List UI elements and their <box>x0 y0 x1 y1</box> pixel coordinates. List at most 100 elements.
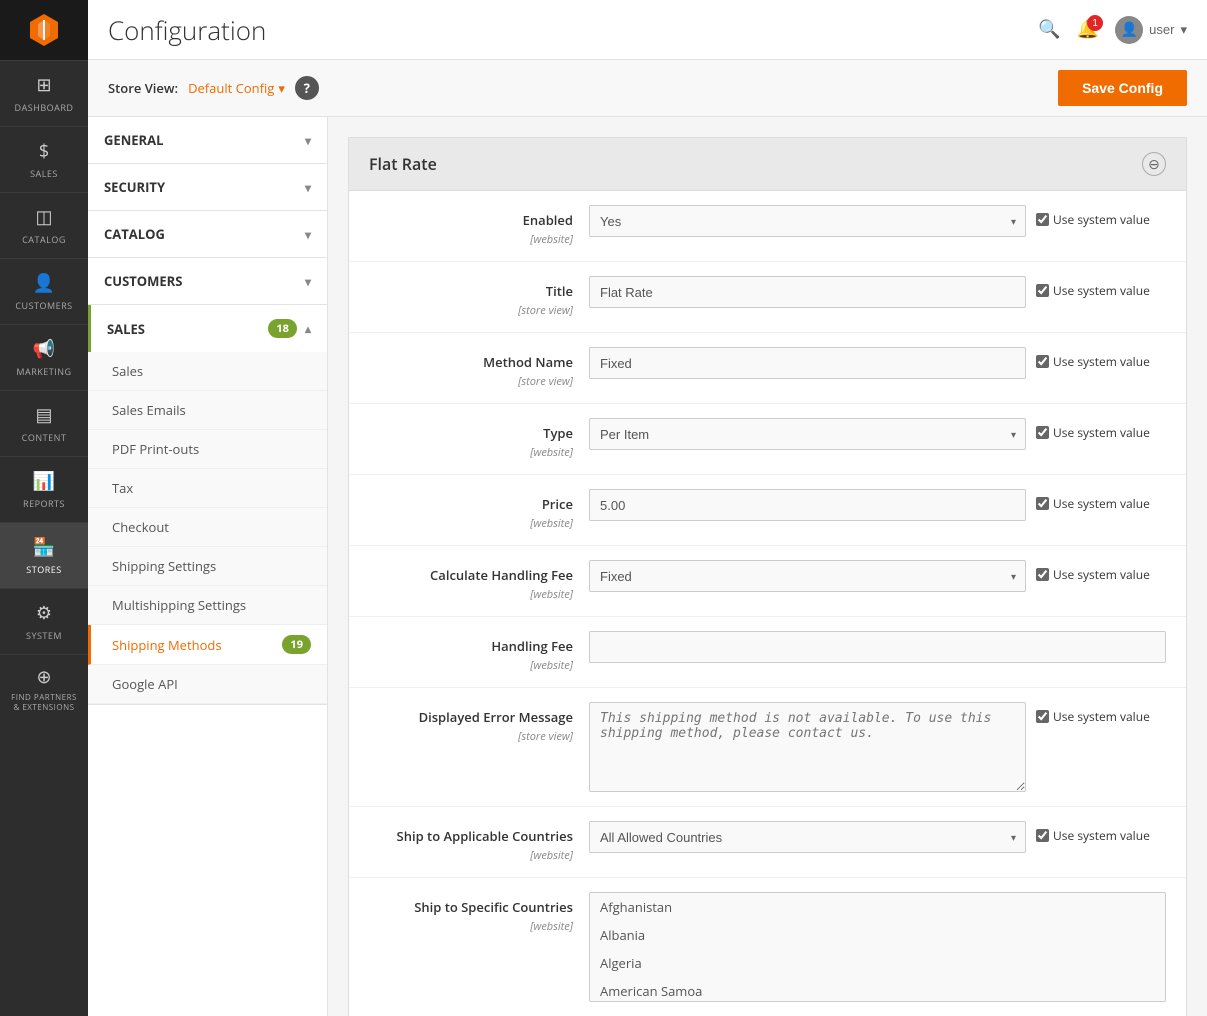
field-row-price: Price [website] Use system value <box>349 475 1186 546</box>
sidebar-item-customers[interactable]: 👤 CUSTOMERS <box>0 258 88 324</box>
field-row-type: Type [website] Per Item Per Order ▾ <box>349 404 1186 475</box>
applicable-countries-system-value: Use system value <box>1036 821 1166 844</box>
price-system-checkbox[interactable] <box>1036 497 1049 510</box>
notification-button[interactable]: 🔔 1 <box>1077 19 1099 40</box>
list-item[interactable]: Albania <box>590 921 1165 949</box>
price-input[interactable] <box>589 489 1026 521</box>
type-label: Type <box>369 424 573 442</box>
menu-sub-item-shipping-methods[interactable]: Shipping Methods 19 <box>88 625 327 665</box>
store-view-select[interactable]: Default Config ▾ <box>188 79 285 97</box>
error-message-textarea[interactable] <box>589 702 1026 792</box>
main-panel: Flat Rate ⊖ Enabled [website] <box>328 117 1207 1016</box>
applicable-countries-select[interactable]: All Allowed Countries Specific Countries <box>589 821 1026 853</box>
sidebar-item-marketing[interactable]: 📢 MARKETING <box>0 324 88 390</box>
specific-countries-list[interactable]: Afghanistan Albania Algeria American Sam… <box>589 892 1166 1002</box>
sidebar-item-dashboard[interactable]: ⊞ DASHBOARD <box>0 60 88 126</box>
title-system-checkbox[interactable] <box>1036 284 1049 297</box>
menu-sub-item-multishipping-settings[interactable]: Multishipping Settings <box>88 586 327 625</box>
menu-section-customers-header[interactable]: CUSTOMERS ▾ <box>88 258 327 304</box>
sidebar-item-label: SALES <box>30 167 58 180</box>
handling-fee-scope: [website] <box>530 658 573 673</box>
left-menu: GENERAL ▾ SECURITY ▾ CATALOG ▾ <box>88 117 328 1016</box>
enabled-label: Enabled <box>369 211 573 229</box>
sidebar-item-label: FIND PARTNERS& EXTENSIONS <box>11 693 77 712</box>
field-label-col: Price [website] <box>369 489 589 531</box>
stores-icon: 🏪 <box>33 535 55 559</box>
menu-sub-item-sales[interactable]: Sales <box>88 352 327 391</box>
title-label: Title <box>369 282 573 300</box>
collapse-button[interactable]: ⊖ <box>1142 152 1166 176</box>
sidebar-item-sales[interactable]: $ SALES <box>0 126 88 192</box>
list-item[interactable]: American Samoa <box>590 977 1165 1002</box>
save-config-button[interactable]: Save Config <box>1058 70 1187 106</box>
handling-fee-input[interactable] <box>589 631 1166 663</box>
store-view-label: Store View: <box>108 79 178 97</box>
menu-sub-item-sales-emails[interactable]: Sales Emails <box>88 391 327 430</box>
menu-sub-item-shipping-settings[interactable]: Shipping Settings <box>88 547 327 586</box>
menu-section-security-header[interactable]: SECURITY ▾ <box>88 164 327 210</box>
specific-countries-label: Ship to Specific Countries <box>369 898 573 916</box>
error-message-scope: [store view] <box>518 729 573 744</box>
sidebar-item-label: SYSTEM <box>26 629 62 642</box>
field-label-col: Method Name [store view] <box>369 347 589 389</box>
price-scope: [website] <box>530 516 573 531</box>
menu-section-catalog-header[interactable]: CATALOG ▾ <box>88 211 327 257</box>
title-system-value: Use system value <box>1036 276 1166 299</box>
main-area: Configuration 🔍 🔔 1 👤 user ▾ Store View:… <box>88 0 1207 1016</box>
calc-handling-fee-select[interactable]: Fixed Percent <box>589 560 1026 592</box>
marketing-icon: 📢 <box>33 337 55 361</box>
sidebar-item-reports[interactable]: 📊 REPORTS <box>0 456 88 522</box>
type-select-wrapper: Per Item Per Order ▾ <box>589 418 1026 450</box>
calc-handling-fee-system-checkbox[interactable] <box>1036 568 1049 581</box>
list-item[interactable]: Algeria <box>590 949 1165 977</box>
system-value-label: Use system value <box>1053 827 1150 844</box>
field-label-col: Ship to Applicable Countries [website] <box>369 821 589 863</box>
field-label-col: Enabled [website] <box>369 205 589 247</box>
type-system-checkbox[interactable] <box>1036 426 1049 439</box>
sidebar-item-catalog[interactable]: ◫ CATALOG <box>0 192 88 258</box>
type-scope: [website] <box>530 445 573 460</box>
price-label: Price <box>369 495 573 513</box>
chevron-down-icon: ▾ <box>305 273 311 290</box>
enabled-system-checkbox[interactable] <box>1036 213 1049 226</box>
menu-sub-item-tax[interactable]: Tax <box>88 469 327 508</box>
field-control-col: Yes No ▾ Use system value <box>589 205 1166 237</box>
menu-section-general-header[interactable]: GENERAL ▾ <box>88 117 327 163</box>
error-message-system-checkbox[interactable] <box>1036 710 1049 723</box>
error-message-system-value: Use system value <box>1036 702 1166 725</box>
menu-sub-item-checkout[interactable]: Checkout <box>88 508 327 547</box>
sales-sub-items: Sales Sales Emails PDF Print-outs Tax Ch… <box>88 352 327 704</box>
menu-section-sales-label: SALES <box>107 320 145 338</box>
flat-rate-title: Flat Rate <box>369 153 437 175</box>
user-menu-button[interactable]: 👤 user ▾ <box>1115 16 1187 44</box>
help-button[interactable]: ? <box>295 76 319 100</box>
method-name-input[interactable] <box>589 347 1026 379</box>
system-value-label: Use system value <box>1053 424 1150 441</box>
calc-handling-fee-scope: [website] <box>530 587 573 602</box>
title-input[interactable] <box>589 276 1026 308</box>
field-row-error-message: Displayed Error Message [store view] Use… <box>349 688 1186 807</box>
type-select[interactable]: Per Item Per Order <box>589 418 1026 450</box>
field-control-col: Use system value <box>589 276 1166 308</box>
sidebar-item-label: CATALOG <box>22 233 66 246</box>
field-control-col: Afghanistan Albania Algeria American Sam… <box>589 892 1166 1002</box>
sidebar-item-content[interactable]: ▤ CONTENT <box>0 390 88 456</box>
method-name-system-checkbox[interactable] <box>1036 355 1049 368</box>
menu-sub-item-pdf-printouts[interactable]: PDF Print-outs <box>88 430 327 469</box>
sidebar-item-stores[interactable]: 🏪 STORES <box>0 522 88 588</box>
enabled-select[interactable]: Yes No <box>589 205 1026 237</box>
system-value-label: Use system value <box>1053 211 1150 228</box>
list-item[interactable]: Afghanistan <box>590 893 1165 921</box>
field-label-col: Calculate Handling Fee [website] <box>369 560 589 602</box>
sidebar-item-find-partners[interactable]: ⊕ FIND PARTNERS& EXTENSIONS <box>0 654 88 722</box>
sidebar-item-label: DASHBOARD <box>15 101 74 114</box>
menu-sub-item-google-api[interactable]: Google API <box>88 665 327 704</box>
field-row-title: Title [store view] Use system value <box>349 262 1186 333</box>
field-label-col: Title [store view] <box>369 276 589 318</box>
system-value-label: Use system value <box>1053 566 1150 583</box>
applicable-countries-system-checkbox[interactable] <box>1036 829 1049 842</box>
sidebar-item-system[interactable]: ⚙ SYSTEM <box>0 588 88 654</box>
menu-section-sales-header[interactable]: SALES 18 ▴ <box>88 305 327 352</box>
search-button[interactable]: 🔍 <box>1038 19 1060 40</box>
menu-section-sales: SALES 18 ▴ Sales Sales Emails PDF Print-… <box>88 305 327 705</box>
